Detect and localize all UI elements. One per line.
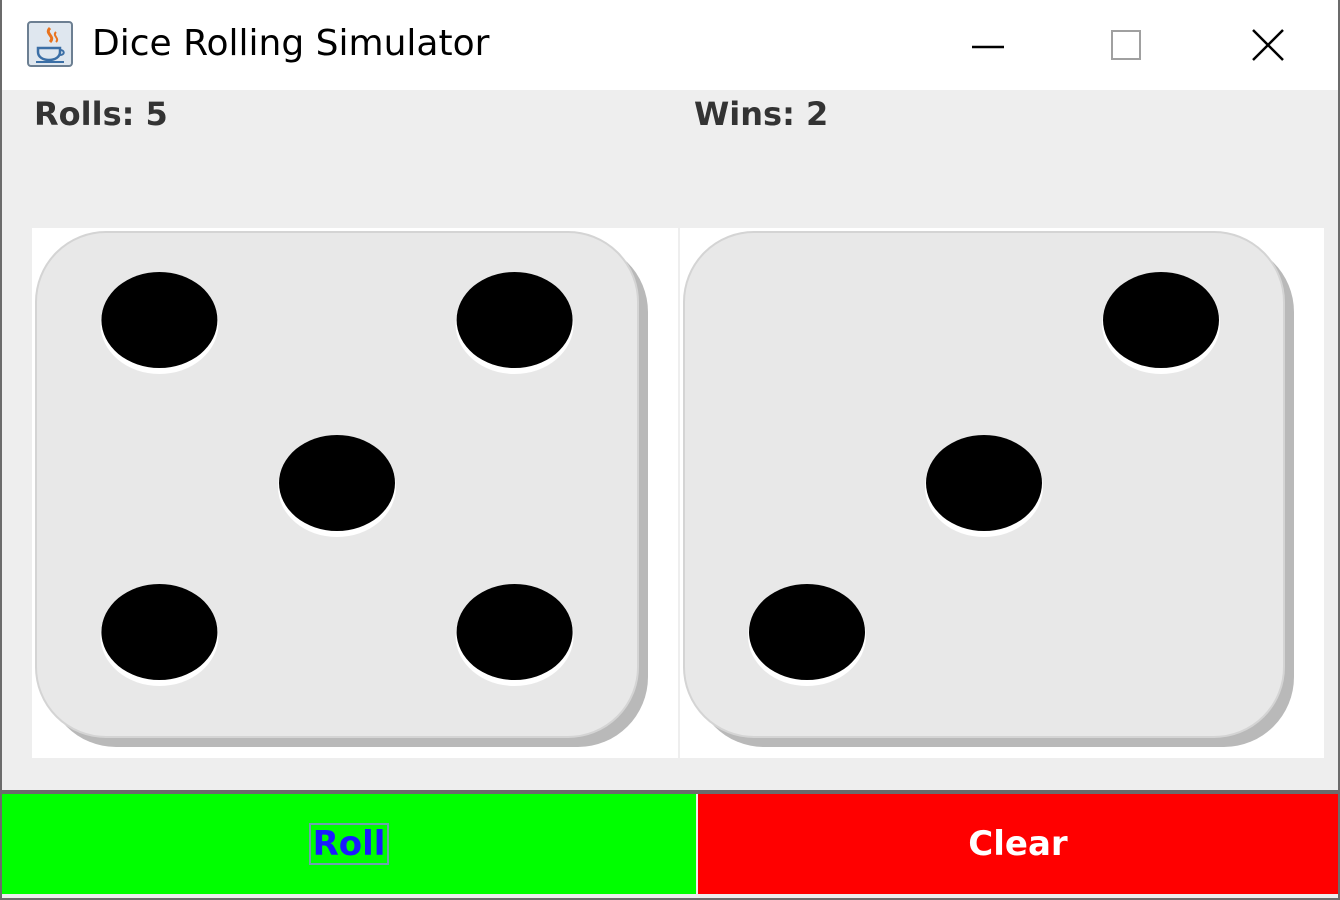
clear-button-label: Clear bbox=[968, 824, 1068, 864]
close-icon[interactable] bbox=[1198, 0, 1338, 90]
maximize-icon[interactable] bbox=[1056, 0, 1196, 90]
die-pip bbox=[101, 584, 218, 680]
die-left bbox=[32, 228, 678, 758]
die-right bbox=[680, 228, 1324, 758]
wins-counter: Wins: 2 bbox=[694, 95, 829, 133]
minimize-icon[interactable] bbox=[918, 0, 1058, 90]
roll-button-label: Roll bbox=[308, 823, 390, 865]
die-pip bbox=[926, 435, 1042, 531]
app-window: Dice Rolling Simulator Rolls: 5 Wins: 2 … bbox=[0, 0, 1340, 900]
clear-button[interactable]: Clear bbox=[698, 794, 1338, 894]
die-pip bbox=[101, 272, 218, 368]
die-pip bbox=[456, 272, 573, 368]
title-bar[interactable]: Dice Rolling Simulator bbox=[2, 0, 1338, 90]
window-title: Dice Rolling Simulator bbox=[92, 23, 490, 64]
java-icon bbox=[26, 20, 74, 68]
die-pip bbox=[1103, 272, 1219, 368]
rolls-counter: Rolls: 5 bbox=[34, 95, 168, 133]
die-pip bbox=[456, 584, 573, 680]
roll-button[interactable]: Roll bbox=[2, 794, 696, 894]
die-pip bbox=[749, 584, 865, 680]
die-pip bbox=[279, 435, 395, 531]
